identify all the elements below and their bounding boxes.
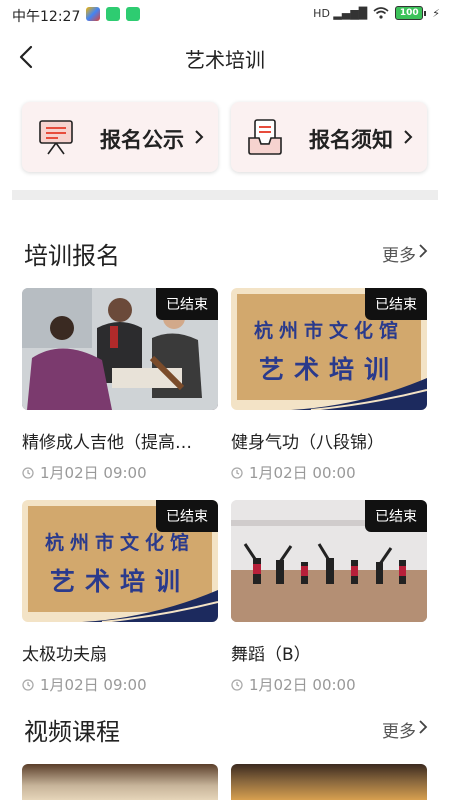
status-badge: 已结束	[365, 288, 427, 320]
course-time-text: 1月02日 00:00	[249, 464, 356, 482]
video-thumbnail[interactable]	[231, 764, 427, 800]
status-bar: 中午12:27 HD ▂▄▆█ 100 ⚡	[0, 0, 450, 30]
chevron-right-icon	[195, 130, 204, 144]
status-badge: 已结束	[156, 500, 218, 532]
wifi-icon	[373, 7, 389, 19]
wechat-app-icon	[106, 7, 120, 21]
course-title: 太极功夫扇	[22, 645, 107, 665]
banner-wave-decoration	[291, 378, 427, 410]
quick-link-registration-guide[interactable]: 报名须知	[231, 102, 427, 172]
course-thumbnail-photo: 已结束	[231, 500, 427, 622]
battery-level: 100	[395, 6, 424, 20]
notification-icons	[86, 7, 140, 21]
chevron-right-icon	[404, 130, 413, 144]
battery-icon: 100	[395, 6, 427, 20]
status-badge: 已结束	[365, 500, 427, 532]
course-title: 舞蹈（B）	[231, 645, 311, 665]
course-thumbnail-banner: 杭州市文化馆 艺术培训 已结束	[231, 288, 427, 410]
quick-link-label: 报名公示	[100, 128, 184, 152]
signal-label: HD	[313, 6, 330, 20]
quick-link-label: 报名须知	[309, 128, 393, 152]
course-time-text: 1月02日 09:00	[40, 464, 147, 482]
page-title: 艺术培训	[185, 48, 265, 72]
clock-icon	[231, 466, 243, 479]
course-title: 精修成人吉他（提高…	[22, 433, 192, 453]
section-title-training: 培训报名	[24, 242, 120, 270]
more-link-training[interactable]: 更多	[382, 241, 416, 266]
more-link-video[interactable]: 更多	[382, 717, 416, 742]
course-time: 1月02日 09:00	[22, 674, 147, 695]
course-time: 1月02日 00:00	[231, 462, 356, 483]
document-tray-icon	[248, 119, 282, 155]
banner-line-1: 杭州市文化馆	[44, 532, 195, 554]
course-thumbnail-banner: 杭州市文化馆 艺术培训 已结束	[22, 500, 218, 622]
status-badge: 已结束	[156, 288, 218, 320]
video-thumbnail[interactable]	[22, 764, 218, 800]
easel-icon	[39, 120, 73, 155]
course-title: 健身气功（八段锦）	[231, 433, 384, 453]
wechat-app-icon-2	[126, 7, 140, 21]
section-divider	[12, 190, 438, 200]
clock-icon	[231, 678, 243, 691]
clock-icon	[22, 466, 34, 479]
charging-icon: ⚡	[432, 6, 440, 20]
clock-icon	[22, 678, 34, 691]
status-time: 中午12:27	[12, 9, 81, 25]
chevron-right-icon[interactable]	[418, 243, 428, 259]
header: 艺术培训	[0, 34, 450, 80]
course-thumbnail-photo: 已结束	[22, 288, 218, 410]
chevron-right-icon[interactable]	[418, 719, 428, 735]
banner-wave-decoration	[82, 590, 218, 622]
course-time-text: 1月02日 09:00	[40, 676, 147, 694]
section-title-video: 视频课程	[24, 718, 120, 746]
maps-app-icon	[86, 7, 100, 21]
signal-icon: HD ▂▄▆█	[313, 6, 368, 20]
quick-link-registration-notice[interactable]: 报名公示	[22, 102, 218, 172]
course-time-text: 1月02日 00:00	[249, 676, 356, 694]
banner-line-1: 杭州市文化馆	[253, 320, 404, 342]
course-time: 1月02日 09:00	[22, 462, 147, 483]
course-time: 1月02日 00:00	[231, 674, 356, 695]
